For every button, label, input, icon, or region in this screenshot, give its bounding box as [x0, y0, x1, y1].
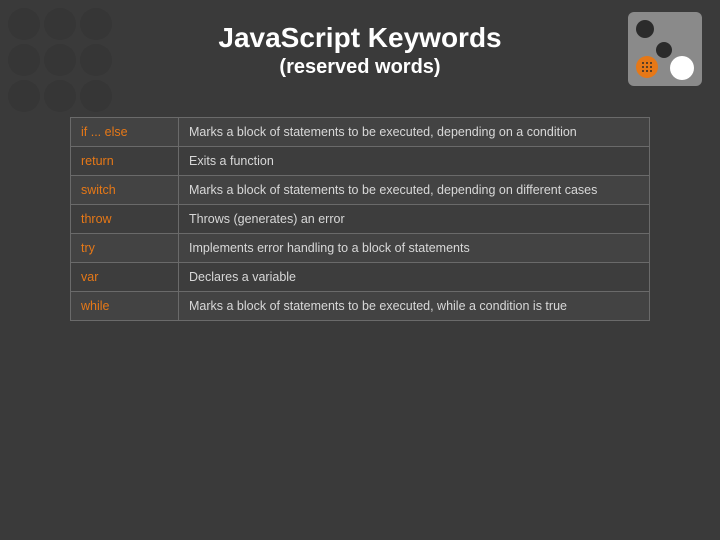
- description-cell: Throws (generates) an error: [179, 205, 650, 234]
- background-dots: [8, 8, 112, 112]
- table-row: var Declares a variable: [71, 263, 650, 292]
- keywords-table: if ... else Marks a block of statements …: [70, 117, 650, 321]
- description-cell: Marks a block of statements to be execut…: [179, 292, 650, 321]
- logo: [628, 12, 702, 86]
- keyword-cell: while: [71, 292, 179, 321]
- description-cell: Declares a variable: [179, 263, 650, 292]
- description-cell: Implements error handling to a block of …: [179, 234, 650, 263]
- keyword-cell: throw: [71, 205, 179, 234]
- table-row: while Marks a block of statements to be …: [71, 292, 650, 321]
- keywords-table-wrap: if ... else Marks a block of statements …: [70, 117, 650, 321]
- description-cell: Exits a function: [179, 147, 650, 176]
- keyword-cell: try: [71, 234, 179, 263]
- table-row: if ... else Marks a block of statements …: [71, 118, 650, 147]
- table-row: return Exits a function: [71, 147, 650, 176]
- table-row: throw Throws (generates) an error: [71, 205, 650, 234]
- description-cell: Marks a block of statements to be execut…: [179, 176, 650, 205]
- table-row: switch Marks a block of statements to be…: [71, 176, 650, 205]
- keyword-cell: var: [71, 263, 179, 292]
- keyword-cell: if ... else: [71, 118, 179, 147]
- keyword-cell: return: [71, 147, 179, 176]
- keyword-cell: switch: [71, 176, 179, 205]
- description-cell: Marks a block of statements to be execut…: [179, 118, 650, 147]
- table-row: try Implements error handling to a block…: [71, 234, 650, 263]
